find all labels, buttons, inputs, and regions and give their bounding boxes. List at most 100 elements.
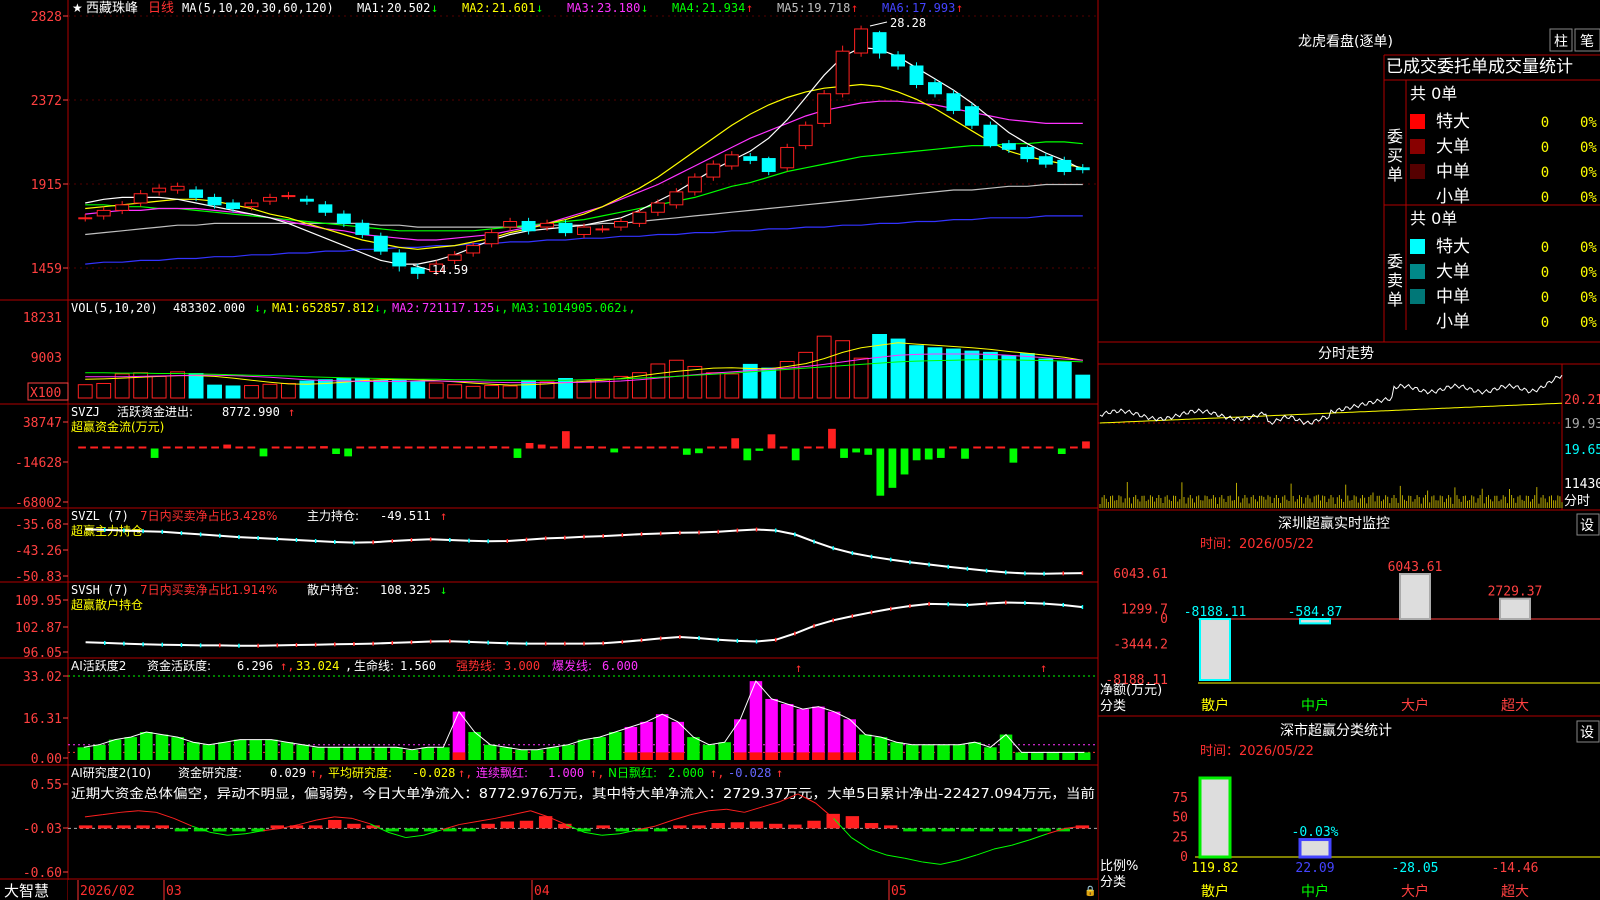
svzj-bar	[416, 446, 425, 449]
period-label[interactable]: 日线	[148, 1, 174, 16]
candle	[687, 176, 702, 193]
ai-active-bar-base	[827, 752, 841, 760]
high-price-label: 28.28	[890, 16, 926, 30]
vol-bar	[96, 382, 112, 399]
class-cat: 中户	[1301, 883, 1329, 900]
ai-active-bar	[765, 698, 778, 760]
ai-active-bar	[515, 749, 528, 760]
svsh-arrow: ↓	[440, 583, 447, 597]
svzj-bar	[1021, 446, 1030, 449]
y-tick-label: 1915	[31, 178, 62, 193]
ai-active-bar	[609, 732, 622, 760]
class-bar-label: 119.82	[1192, 861, 1239, 876]
svzj-bar	[271, 446, 280, 449]
candle	[447, 254, 462, 261]
candle	[410, 267, 425, 274]
svg-text:↑: ↑	[776, 766, 783, 780]
ai-active-bar-base	[624, 752, 638, 760]
svzj-label: 活跃资金进出:	[117, 404, 193, 419]
ai-research-bar	[653, 828, 668, 832]
vol-bar	[724, 373, 740, 399]
svzj-bar	[791, 448, 800, 461]
ai-active-bar	[296, 744, 309, 760]
vol-ma-legend-value: 721117.125	[422, 301, 494, 315]
ai-research-bar	[941, 828, 955, 832]
svzj-bar	[453, 446, 461, 449]
stock-name: 西藏珠峰	[86, 1, 138, 16]
order-row-pct: 0%	[1580, 165, 1597, 181]
ai-active-bar-base	[796, 752, 810, 760]
order-total: 共 0单	[1410, 84, 1457, 103]
candle	[392, 252, 407, 267]
ai-active-bar	[468, 732, 481, 760]
order-row-name: 特大	[1436, 112, 1470, 132]
vol-value: 483302.000	[173, 301, 245, 315]
svzj-bar	[876, 448, 885, 496]
pen-mode-label: 笔	[1580, 34, 1594, 50]
class-y-tick: 0	[1180, 850, 1188, 865]
ai-research-bar	[78, 825, 93, 829]
ai-active-bar	[390, 747, 403, 760]
svg-text:↑,: ↑,	[458, 766, 472, 780]
y-tick-label: -0.60	[23, 866, 62, 881]
monitor-y-tick: 0	[1160, 612, 1168, 627]
candle	[355, 222, 370, 235]
ai-active-bar	[249, 739, 263, 760]
monitor-bar	[1499, 597, 1531, 621]
order-side-label: 单	[1387, 290, 1403, 309]
class-y-tick: 75	[1172, 791, 1188, 806]
ai-active-bar	[1062, 752, 1075, 760]
ai-active-bar	[952, 744, 966, 760]
ai-active-bar	[921, 744, 935, 760]
vol-bar	[613, 375, 629, 399]
svzj-bar	[356, 446, 365, 449]
ai-active-bar	[77, 747, 91, 760]
ai-active-bar	[483, 744, 497, 760]
class-cat: 超大	[1501, 884, 1529, 900]
class-xlabel: 分类	[1100, 875, 1126, 890]
svzj-bar	[235, 446, 244, 449]
favorite-star-icon[interactable]: ★	[72, 1, 83, 15]
candle	[207, 196, 222, 206]
candle	[706, 163, 721, 178]
monitor-bar-label: 2729.37	[1488, 585, 1543, 600]
ai-active-bar	[421, 747, 434, 760]
ai-active-bar-base	[843, 752, 856, 760]
ai-active-bar	[108, 739, 122, 760]
ai-research-bar	[730, 822, 745, 829]
signal-arrow: ↑	[1040, 661, 1047, 675]
vol-ma-legend-arrow: ↓,	[621, 301, 635, 315]
vol-bar	[262, 383, 278, 399]
svzl-value: -49.511	[380, 509, 431, 523]
order-row-name: 小单	[1436, 187, 1470, 207]
ai-active-bar	[1015, 752, 1028, 760]
y-tick-label: 33.02	[23, 670, 62, 685]
ai-research-bar	[213, 828, 227, 832]
intraday-tick: 19.93	[1564, 417, 1600, 432]
svzj-bar	[162, 446, 171, 449]
burst-value: 6.000	[602, 659, 638, 673]
svzj-bar	[199, 446, 207, 449]
svzj-bar	[1057, 448, 1066, 454]
y-tick-label: 96.05	[23, 646, 62, 661]
ai-active-bar	[593, 737, 606, 760]
svg-text:↑,: ↑,	[310, 766, 324, 780]
ai-active-bar	[280, 742, 294, 760]
ai-research-bar	[749, 821, 764, 829]
y-tick-label: 102.87	[15, 621, 62, 636]
svzj-bar	[247, 446, 256, 449]
svzj-bar	[441, 446, 449, 449]
lock-icon[interactable]: 🔒	[1084, 885, 1096, 897]
monitor-y-tick: 6043.61	[1113, 567, 1168, 582]
vol-bar	[281, 382, 296, 399]
ai-active-value: 6.296	[237, 659, 273, 673]
ma-legend-label: MA1:	[357, 1, 386, 15]
svzj-bar	[574, 446, 582, 449]
ai-research-bar	[155, 825, 169, 829]
svzj-subtitle: 超赢资金流(万元)	[71, 419, 164, 434]
candle	[484, 232, 499, 245]
ai-active-bar	[1046, 752, 1060, 760]
vol-bar	[1075, 374, 1091, 399]
candle	[170, 185, 185, 191]
ai-research-label2: 平均研究度:	[328, 765, 392, 780]
